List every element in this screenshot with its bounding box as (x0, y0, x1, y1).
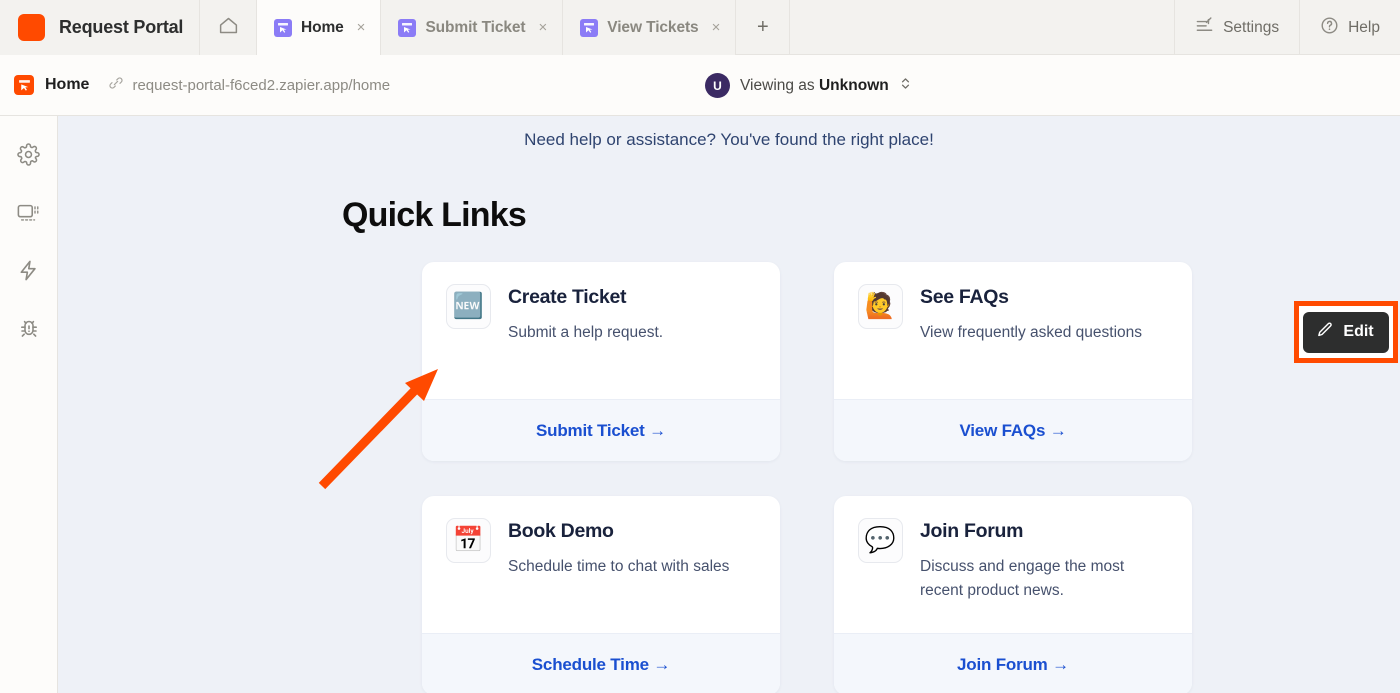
help-label: Help (1348, 18, 1380, 36)
main-content: Need help or assistance? You've found th… (58, 116, 1400, 693)
browser-tab-bar: Request Portal Home × Submit Ticket × Vi… (0, 0, 1400, 55)
card-link[interactable]: Submit Ticket → (536, 421, 666, 441)
url-text: request-portal-f6ced2.zapier.app/home (132, 76, 391, 94)
card-footer[interactable]: Join Forum → (834, 633, 1192, 693)
chevron-up-down-icon[interactable] (899, 76, 912, 96)
url-context-bar: Home request-portal-f6ced2.zapier.app/ho… (0, 55, 1400, 116)
help-button[interactable]: Help (1299, 0, 1400, 55)
card-title: Join Forum (920, 520, 1024, 542)
app-favicon-purple-icon (274, 18, 292, 37)
card-title: Book Demo (508, 520, 614, 542)
app-title: Request Portal (59, 17, 184, 37)
app-favicon-purple-icon (580, 18, 599, 37)
sidebar-item-debug[interactable] (14, 317, 44, 345)
quick-link-card[interactable]: 💬 Join Forum Discuss and engage the most… (834, 496, 1192, 693)
sliders-icon (1195, 16, 1214, 40)
viewing-prefix: Viewing as (740, 76, 819, 94)
tab-home[interactable]: Home × (257, 0, 382, 55)
tab-label: Submit Ticket (425, 18, 526, 36)
home-button[interactable] (200, 0, 257, 55)
edit-button[interactable]: Edit (1303, 311, 1389, 353)
card-link[interactable]: View FAQs → (959, 421, 1066, 441)
card-footer[interactable]: Submit Ticket → (422, 399, 780, 461)
card-footer[interactable]: View FAQs → (834, 399, 1192, 461)
new-button-emoji-icon: 🆕 (446, 284, 491, 329)
card-text: See FAQs View frequently asked questions (920, 284, 1142, 379)
tab-submit-ticket[interactable]: Submit Ticket × (381, 0, 564, 55)
app-brand: Request Portal (0, 0, 200, 55)
card-text: Create Ticket Submit a help request. (508, 284, 663, 379)
avatar: U (705, 73, 730, 98)
card-text: Book Demo Schedule time to chat with sal… (508, 518, 729, 613)
edit-button-label: Edit (1343, 323, 1374, 340)
quick-link-card[interactable]: 🆕 Create Ticket Submit a help request. S… (422, 262, 780, 461)
tab-label: Home (301, 18, 344, 36)
tab-close-icon[interactable]: × (712, 20, 721, 35)
speech-balloon-emoji-icon: 💬 (858, 518, 903, 563)
lightning-bolt-icon (17, 259, 40, 287)
settings-button[interactable]: Settings (1174, 0, 1299, 55)
card-link[interactable]: Schedule Time → (532, 655, 671, 675)
card-text: Join Forum Discuss and engage the most r… (920, 518, 1168, 613)
viewing-as-selector[interactable]: U Viewing as Unknown (705, 55, 912, 116)
tab-view-tickets[interactable]: View Tickets × (563, 0, 737, 55)
new-tab-button[interactable]: + (736, 0, 791, 55)
card-footer[interactable]: Schedule Time → (422, 633, 780, 693)
card-body: 🆕 Create Ticket Submit a help request. (422, 262, 780, 399)
card-title: Create Ticket (508, 286, 627, 308)
app-favicon-orange-icon (14, 75, 34, 95)
page-name: Home (45, 76, 90, 93)
pencil-icon (1316, 321, 1334, 344)
sidebar-item-actions[interactable] (14, 259, 44, 287)
link-icon (108, 75, 124, 96)
bug-icon (17, 317, 41, 346)
calendar-emoji-icon: 📅 (446, 518, 491, 563)
page-url[interactable]: request-portal-f6ced2.zapier.app/home (108, 75, 390, 96)
sidebar-item-settings[interactable] (14, 143, 44, 171)
card-body: 📅 Book Demo Schedule time to chat with s… (422, 496, 780, 633)
page-title: Quick Links (342, 196, 527, 234)
tab-close-icon[interactable]: × (539, 20, 548, 35)
app-favicon-purple-icon (398, 18, 417, 37)
settings-label: Settings (1223, 18, 1280, 36)
left-toolbar (0, 116, 58, 693)
question-circle-icon (1320, 16, 1339, 40)
card-body: 💬 Join Forum Discuss and engage the most… (834, 496, 1192, 633)
tab-label: View Tickets (607, 18, 699, 36)
card-body: 🙋 See FAQs View frequently asked questio… (834, 262, 1192, 399)
page-identity: Home request-portal-f6ced2.zapier.app/ho… (0, 75, 390, 96)
edit-button-highlight: Edit (1294, 301, 1398, 363)
page-tagline: Need help or assistance? You've found th… (524, 130, 934, 149)
viewing-as-label: Viewing as Unknown (740, 77, 889, 95)
screen-layout-icon (17, 202, 41, 229)
card-description: Schedule time to chat with sales (508, 558, 730, 575)
card-link[interactable]: Join Forum → (957, 655, 1069, 675)
card-description: View frequently asked questions (920, 324, 1143, 341)
quick-link-card[interactable]: 📅 Book Demo Schedule time to chat with s… (422, 496, 780, 693)
quick-links-grid: 🆕 Create Ticket Submit a help request. S… (422, 262, 1192, 693)
home-icon (218, 15, 239, 41)
person-raising-hand-emoji-icon: 🙋 (858, 284, 903, 329)
sidebar-item-layout[interactable] (14, 201, 44, 229)
tab-close-icon[interactable]: × (357, 20, 366, 35)
card-title: See FAQs (920, 286, 1009, 308)
card-description: Discuss and engage the most recent produ… (920, 558, 1125, 600)
viewing-user: Unknown (818, 76, 889, 94)
card-description: Submit a help request. (508, 324, 664, 341)
tab-bar-spacer (790, 0, 1175, 54)
app-logo (18, 14, 45, 41)
quick-link-card[interactable]: 🙋 See FAQs View frequently asked questio… (834, 262, 1192, 461)
gear-icon (17, 143, 40, 171)
